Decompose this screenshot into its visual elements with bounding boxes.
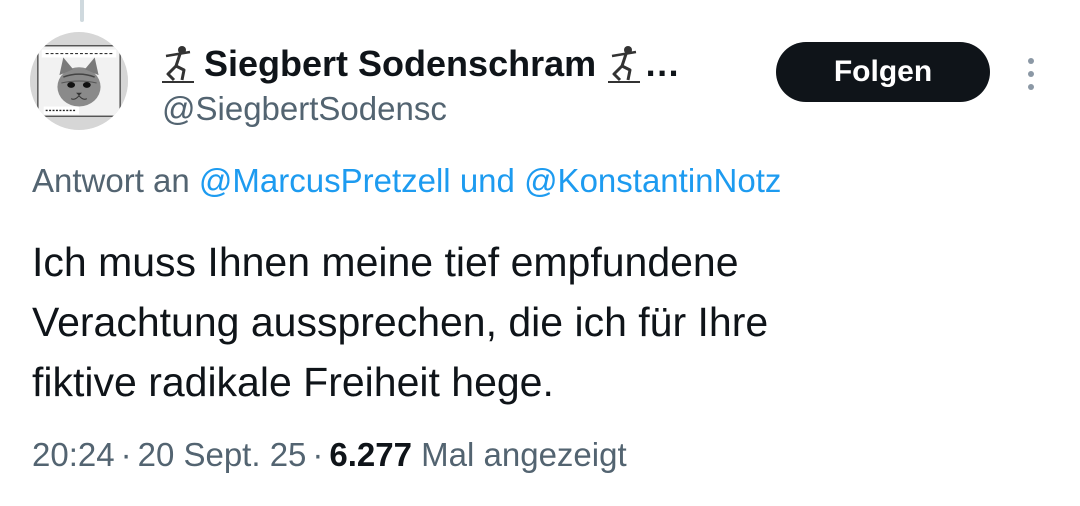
views-count[interactable]: 6.277 — [329, 436, 412, 473]
tweet-date[interactable]: 20 Sept. 25 — [138, 436, 307, 473]
reply-prefix: Antwort an — [32, 162, 199, 199]
views-label[interactable]: Mal angezeigt — [421, 436, 626, 473]
tweet-text-line: Ich muss Ihnen meine tief empfundene — [32, 239, 739, 285]
mention-link-marcuspretzell[interactable]: @MarcusPretzell — [199, 162, 451, 199]
reply-context: Antwort an @MarcusPretzell und @Konstant… — [32, 162, 781, 200]
avatar-image — [30, 32, 128, 130]
tweet-text-line: Verachtung aussprechen, die ich für Ihre — [32, 299, 769, 345]
tweet-text-line: fiktive radikale Freiheit hege. — [32, 359, 554, 405]
tweet-meta: 20:24 · 20 Sept. 25 · 6.277 Mal angezeigt — [32, 436, 627, 474]
more-dot — [1028, 84, 1034, 90]
author-name-row[interactable]: Siegbert Sodenschram … — [160, 40, 680, 88]
meta-separator: · — [120, 436, 132, 473]
mention-link-konstantinnotz[interactable]: @KonstantinNotz — [524, 162, 781, 199]
name-truncation-ellipsis: … — [644, 43, 681, 84]
follow-button[interactable]: Folgen — [776, 42, 990, 102]
kneeling-figure-icon — [160, 44, 196, 84]
more-dot — [1028, 58, 1034, 64]
reply-connector[interactable]: und — [451, 162, 524, 199]
avatar[interactable] — [30, 32, 128, 130]
meta-separator: · — [312, 436, 324, 473]
author-display-name[interactable]: Siegbert Sodenschram — [204, 43, 596, 85]
thread-connector-line — [80, 0, 84, 22]
tweet-time[interactable]: 20:24 — [32, 436, 115, 473]
kneeling-figure-icon — [606, 44, 642, 84]
more-options-icon[interactable] — [1016, 52, 1046, 96]
tweet-text: Ich muss Ihnen meine tief empfundene Ver… — [32, 232, 1042, 412]
author-handle[interactable]: @SiegbertSodensc — [162, 90, 447, 128]
more-dot — [1028, 71, 1034, 77]
